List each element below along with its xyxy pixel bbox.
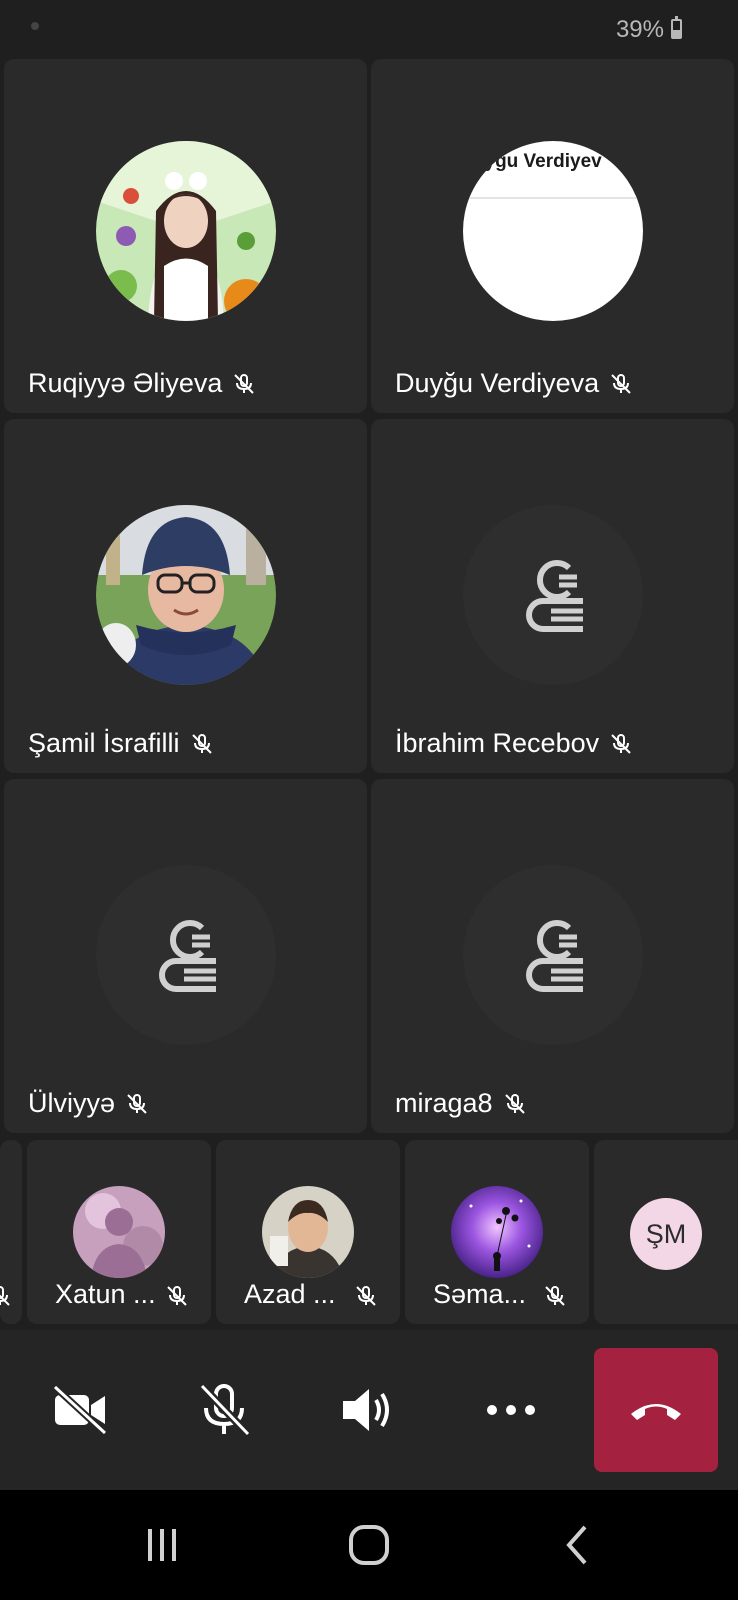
participant-tile[interactable]: İbrahim Recebov <box>371 419 734 773</box>
participant-avatar <box>95 505 276 685</box>
participant-tile[interactable]: miraga8 <box>371 779 734 1133</box>
mic-off-icon <box>234 373 255 394</box>
back-icon <box>566 1525 587 1565</box>
strip-participant-name: Səma... <box>433 1279 527 1309</box>
mic-off-icon <box>0 1286 10 1306</box>
strip-tile[interactable]: Azad ... <box>216 1140 400 1324</box>
participant-initials-avatar: ŞM <box>630 1198 702 1270</box>
battery-icon <box>671 16 682 39</box>
participant-tile[interactable]: Şamil İsrafilli <box>4 419 367 773</box>
participant-tile[interactable]: yğu Verdiyev Duyğu Verdiyeva <box>371 59 734 413</box>
home-button[interactable] <box>339 1520 399 1570</box>
camera-off-icon <box>52 1385 108 1435</box>
call-control-bar <box>0 1330 738 1490</box>
participant-avatar <box>95 141 276 321</box>
microphone-toggle-button[interactable] <box>188 1374 260 1446</box>
default-person-icon <box>525 560 583 632</box>
hang-up-button[interactable] <box>594 1348 718 1472</box>
strip-avatar <box>451 1186 543 1278</box>
strip-tile[interactable]: Xatun ... <box>27 1140 211 1324</box>
participant-name: Ruqiyyə Əliyeva <box>28 368 256 399</box>
home-icon <box>349 1525 389 1565</box>
participant-tile[interactable]: Ülviyyə <box>4 779 367 1133</box>
mic-off-icon <box>356 1286 376 1306</box>
participant-name: İbrahim Recebov <box>395 728 633 759</box>
strip-avatar <box>262 1186 354 1278</box>
strip-avatar <box>73 1186 165 1278</box>
participant-name: Şamil İsrafilli <box>28 728 214 759</box>
mic-off-icon <box>611 373 631 394</box>
strip-tile-partial[interactable] <box>0 1140 22 1324</box>
camera-toggle-button[interactable] <box>44 1374 116 1446</box>
strip-participant-name: Xatun ... <box>55 1279 156 1309</box>
back-button[interactable] <box>546 1520 606 1570</box>
mic-off-icon <box>611 733 631 754</box>
hang-up-icon <box>631 1404 681 1420</box>
mic-off-icon <box>504 1093 525 1114</box>
participant-name: Ülviyyə <box>28 1088 149 1119</box>
notification-dot <box>31 22 39 30</box>
participant-name: miraga8 <box>395 1088 527 1119</box>
more-icon <box>487 1405 535 1415</box>
speaker-button[interactable] <box>332 1374 404 1446</box>
mic-off-icon <box>545 1286 565 1306</box>
default-person-icon <box>525 920 583 992</box>
mic-off-icon <box>199 1383 251 1437</box>
system-navigation-bar <box>0 1490 738 1600</box>
recent-apps-icon <box>148 1529 176 1561</box>
participant-avatar <box>462 865 643 1045</box>
status-bar: 39% <box>0 0 738 58</box>
more-options-button[interactable] <box>475 1374 547 1446</box>
speaker-icon <box>343 1389 389 1431</box>
participant-avatar <box>95 865 276 1045</box>
participant-avatar: yğu Verdiyev <box>462 141 643 321</box>
battery-level: 39% <box>615 16 664 43</box>
participant-name: Duyğu Verdiyeva <box>395 368 633 399</box>
strip-tile[interactable]: Səma... <box>405 1140 589 1324</box>
default-person-icon <box>158 920 216 992</box>
recent-apps-button[interactable] <box>132 1520 192 1570</box>
mic-off-icon <box>191 733 212 754</box>
strip-tile[interactable]: ŞM <box>594 1140 738 1324</box>
avatar-caption: yğu Verdiyev <box>484 151 602 172</box>
mic-off-icon <box>127 1093 147 1114</box>
strip-participant-name: Azad ... <box>244 1279 336 1309</box>
mic-off-icon <box>167 1286 187 1306</box>
participant-tile[interactable]: Ruqiyyə Əliyeva <box>4 59 367 413</box>
participant-avatar <box>462 505 643 685</box>
